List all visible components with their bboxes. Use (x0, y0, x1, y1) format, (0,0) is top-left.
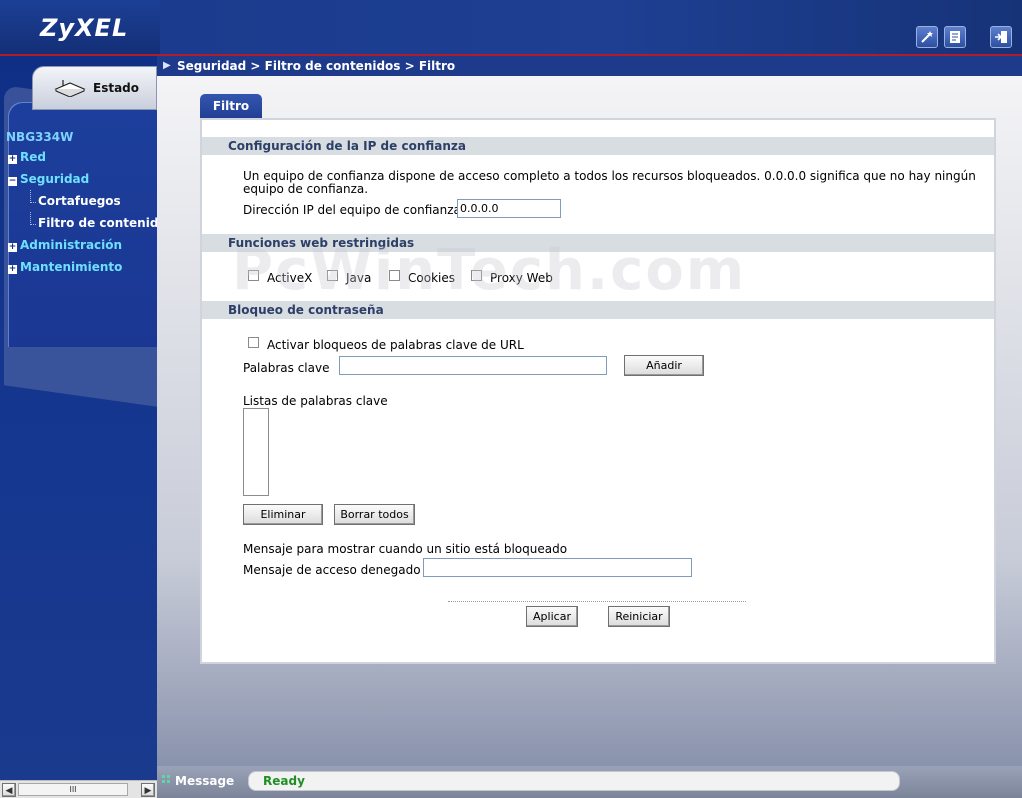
sidebar-item-label: Seguridad (20, 172, 90, 186)
proxy-web-checkbox[interactable] (471, 270, 482, 281)
sidebar-item-red[interactable]: + Red (0, 146, 157, 168)
scroll-thumb[interactable]: III (18, 783, 128, 796)
java-checkbox[interactable] (327, 270, 338, 281)
breadcrumb-text: Seguridad > Filtro de contenidos > Filtr… (177, 59, 456, 73)
keywords-label: Palabras clave (243, 361, 330, 375)
sidebar-item-mantenimiento[interactable]: + Mantenimiento (0, 256, 157, 278)
expand-icon[interactable]: + (8, 265, 17, 274)
collapse-icon[interactable]: − (8, 177, 17, 186)
sidebar-scrollbar[interactable]: ◀ III ▶ (0, 780, 157, 798)
divider (448, 601, 746, 602)
keyword-list-label: Listas de palabras clave (243, 394, 388, 408)
status-message: Ready (248, 771, 900, 791)
section-restricted-web: Funciones web restringidas (202, 234, 994, 252)
cookies-label: Cookies (408, 271, 455, 285)
sidebar-item-administracion[interactable]: + Administración (0, 234, 157, 256)
notes-icon[interactable] (944, 26, 966, 48)
expand-icon[interactable]: + (8, 155, 17, 164)
navigation-menu: NBG334W + Red − Seguridad Cortafuegos Filt… (0, 130, 157, 278)
proxy-web-label: Proxy Web (490, 271, 553, 285)
delete-keyword-button[interactable]: Eliminar (243, 504, 323, 525)
denied-message-input[interactable] (423, 558, 692, 577)
section-keyword-blocking: Bloqueo de contraseña (202, 301, 994, 319)
status-label: Message (175, 774, 235, 788)
sidebar-item-label: Administración (20, 238, 123, 252)
header-icons (916, 26, 1012, 48)
denied-message-label: Mensaje de acceso denegado (243, 563, 421, 577)
scroll-right-icon[interactable]: ▶ (141, 783, 155, 797)
sidebar-item-cortafuegos[interactable]: Cortafuegos (0, 190, 157, 212)
activex-label: ActiveX (267, 271, 313, 285)
status-bar: Message Ready (157, 766, 1022, 798)
scroll-left-icon[interactable]: ◀ (2, 783, 16, 797)
keyword-listbox[interactable] (243, 408, 269, 496)
trusted-ip-description-2: equipo de confianza. (243, 182, 369, 196)
status-tab-label: Estado (93, 81, 140, 95)
sidebar-item-filtro-de-contenido[interactable]: Filtro de contenido (0, 212, 157, 234)
trusted-ip-input[interactable]: 0.0.0.0 (457, 199, 561, 218)
apply-button[interactable]: Aplicar (526, 606, 578, 627)
enable-url-keyword-checkbox[interactable] (248, 337, 259, 348)
section-trusted-ip: Configuración de la IP de confianza (202, 137, 994, 155)
header-bar: ZyXEL (0, 0, 1022, 56)
keywords-input[interactable] (339, 356, 607, 375)
expand-icon[interactable]: + (8, 243, 17, 252)
sidebar-item-label: Red (20, 150, 46, 164)
sidebar-item-label: Mantenimiento (20, 260, 123, 274)
device-name[interactable]: NBG334W (0, 130, 157, 146)
tab-filtro[interactable]: Filtro (200, 94, 262, 118)
sidebar-item-seguridad[interactable]: − Seguridad (0, 168, 157, 190)
sidebar: Estado NBG334W + Red − Seguridad Cortafueg… (0, 56, 157, 798)
router-icon (54, 80, 86, 97)
content-panel: Configuración de la IP de confianza Un e… (200, 118, 996, 664)
zyxel-logo: ZyXEL (40, 14, 129, 42)
breadcrumb: ▶ Seguridad > Filtro de contenidos > Fil… (157, 56, 1022, 76)
add-keyword-button[interactable]: Añadir (624, 355, 704, 376)
wizard-icon[interactable] (916, 26, 938, 48)
clear-all-button[interactable]: Borrar todos (334, 504, 415, 525)
breadcrumb-arrow-icon: ▶ (163, 60, 171, 71)
java-label: Java (346, 271, 372, 285)
trusted-ip-description: Un equipo de confianza dispone de acceso… (243, 169, 976, 183)
blocked-message-intro: Mensaje para mostrar cuando un sitio est… (243, 542, 568, 556)
cookies-checkbox[interactable] (389, 270, 400, 281)
logout-icon[interactable] (990, 26, 1012, 48)
reset-button[interactable]: Reiniciar (608, 606, 670, 627)
trusted-ip-label: Dirección IP del equipo de confianza: (243, 203, 465, 217)
status-tab[interactable]: Estado (32, 66, 157, 110)
logo-area: ZyXEL (0, 0, 160, 54)
status-grip-icon (162, 775, 170, 783)
enable-url-keyword-label: Activar bloqueos de palabras clave de UR… (267, 338, 524, 352)
activex-checkbox[interactable] (248, 270, 259, 281)
